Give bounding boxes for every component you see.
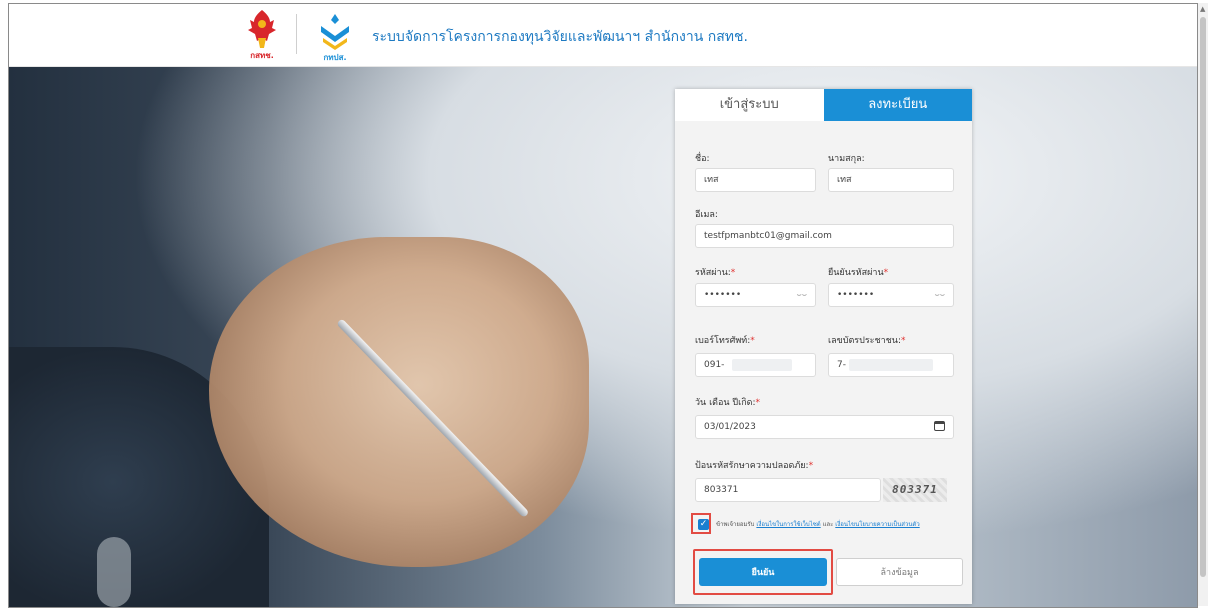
clear-button[interactable]: ล้างข้อมูล bbox=[836, 558, 963, 586]
id-card-value: 7- bbox=[837, 360, 846, 370]
birthdate-value: 03/01/2023 bbox=[704, 422, 756, 432]
confirm-password-field[interactable]: ••••••• ⌣⌣ bbox=[828, 283, 954, 307]
btfp-logo[interactable]: กทปส. bbox=[315, 10, 355, 62]
id-card-label-text: เลขบัตรประชาชน: bbox=[828, 336, 901, 346]
first-name-label: ชื่อ: bbox=[695, 154, 710, 164]
eye-closed-icon[interactable]: ⌣⌣ bbox=[796, 284, 807, 306]
browser-viewport: กสทช. กทปส. ระบบจัดการโครงการกองทุนวิจัย… bbox=[8, 3, 1198, 608]
calendar-icon[interactable] bbox=[934, 421, 945, 431]
phone-field[interactable]: 091- bbox=[695, 353, 816, 377]
password-label: รหัสผ่าน:* bbox=[695, 265, 735, 279]
phone-value: 091- bbox=[704, 360, 725, 370]
site-header: กสทช. กทปส. ระบบจัดการโครงการกองทุนวิจัย… bbox=[9, 4, 1197, 67]
scroll-thumb[interactable] bbox=[1200, 17, 1206, 577]
consent-checkbox[interactable]: ✓ bbox=[698, 519, 709, 530]
required-mark: * bbox=[808, 461, 814, 471]
site-title: ระบบจัดการโครงการกองทุนวิจัยและพัฒนาฯ สำ… bbox=[372, 29, 748, 45]
email-label: อีเมล: bbox=[695, 210, 718, 220]
captcha-image: 803371 bbox=[883, 478, 947, 502]
confirm-password-label: ยืนยันรหัสผ่าน* bbox=[828, 265, 888, 279]
check-icon: ✓ bbox=[699, 519, 708, 529]
id-card-label: เลขบัตรประชาชน:* bbox=[828, 333, 905, 347]
tab-login[interactable]: เข้าสู่ระบบ bbox=[675, 89, 824, 121]
confirm-button[interactable]: ยืนยัน bbox=[699, 558, 827, 586]
auth-tabs: เข้าสู่ระบบ ลงทะเบียน bbox=[675, 89, 972, 121]
birthdate-label-text: วัน เดือน ปีเกิด: bbox=[695, 398, 756, 408]
logo-divider bbox=[296, 14, 297, 54]
consent-row: ✓ ข้าพเจ้ายอมรับ เงื่อนไขในการใช้เว็บไซต… bbox=[696, 517, 966, 533]
password-value: ••••••• bbox=[704, 290, 742, 300]
required-mark: * bbox=[883, 268, 889, 278]
required-mark: * bbox=[750, 336, 755, 346]
confirm-password-label-text: ยืนยันรหัสผ่าน bbox=[828, 268, 884, 278]
eye-closed-icon[interactable]: ⌣⌣ bbox=[934, 284, 945, 306]
required-mark: * bbox=[755, 398, 761, 408]
scroll-up-icon[interactable]: ▲ bbox=[1200, 5, 1205, 13]
last-name-label: นามสกุล: bbox=[828, 154, 865, 164]
terms-link[interactable]: เงื่อนไขในการใช้เว็บไซต์ bbox=[756, 521, 820, 528]
required-mark: * bbox=[730, 268, 736, 278]
birthdate-label: วัน เดือน ปีเกิด:* bbox=[695, 395, 760, 409]
birthdate-field[interactable]: 03/01/2023 bbox=[695, 415, 954, 439]
phone-label-text: เบอร์โทรศัพท์: bbox=[695, 336, 751, 346]
privacy-link[interactable]: เงื่อนไขนโยบายความเป็นส่วนตัว bbox=[835, 521, 919, 528]
password-field[interactable]: ••••••• ⌣⌣ bbox=[695, 283, 816, 307]
tab-register[interactable]: ลงทะเบียน bbox=[823, 89, 972, 121]
confirm-password-value: ••••••• bbox=[837, 290, 875, 300]
nbtc-logo[interactable]: กสทช. bbox=[245, 8, 279, 60]
hero-background bbox=[9, 67, 1197, 607]
phone-label: เบอร์โทรศัพท์:* bbox=[695, 333, 755, 347]
nbtc-logo-text: กสทช. bbox=[250, 51, 273, 60]
redacted-area bbox=[732, 359, 792, 371]
captcha-field[interactable]: 803371 bbox=[695, 478, 881, 502]
consent-connector: และ bbox=[822, 521, 834, 528]
page-scrollbar[interactable]: ▲ bbox=[1198, 3, 1208, 606]
registration-panel: เข้าสู่ระบบ ลงทะเบียน ชื่อ: นามสกุล: เทส… bbox=[675, 89, 972, 604]
first-name-field[interactable]: เทส bbox=[695, 168, 816, 192]
last-name-field[interactable]: เทส bbox=[828, 168, 954, 192]
captcha-label-text: ป้อนรหัสรักษาความปลอดภัย: bbox=[695, 461, 809, 471]
required-mark: * bbox=[900, 336, 906, 346]
hero-watch bbox=[97, 537, 131, 607]
email-field[interactable]: testfpmanbtc01@gmail.com bbox=[695, 224, 954, 248]
id-card-field[interactable]: 7- bbox=[828, 353, 954, 377]
consent-prefix: ข้าพเจ้ายอมรับ bbox=[716, 521, 755, 528]
captcha-label: ป้อนรหัสรักษาความปลอดภัย:* bbox=[695, 458, 813, 472]
btfp-logo-text: กทปส. bbox=[323, 53, 346, 62]
password-label-text: รหัสผ่าน: bbox=[695, 268, 731, 278]
redacted-area bbox=[849, 359, 933, 371]
consent-text: ข้าพเจ้ายอมรับ เงื่อนไขในการใช้เว็บไซต์ … bbox=[716, 519, 920, 529]
